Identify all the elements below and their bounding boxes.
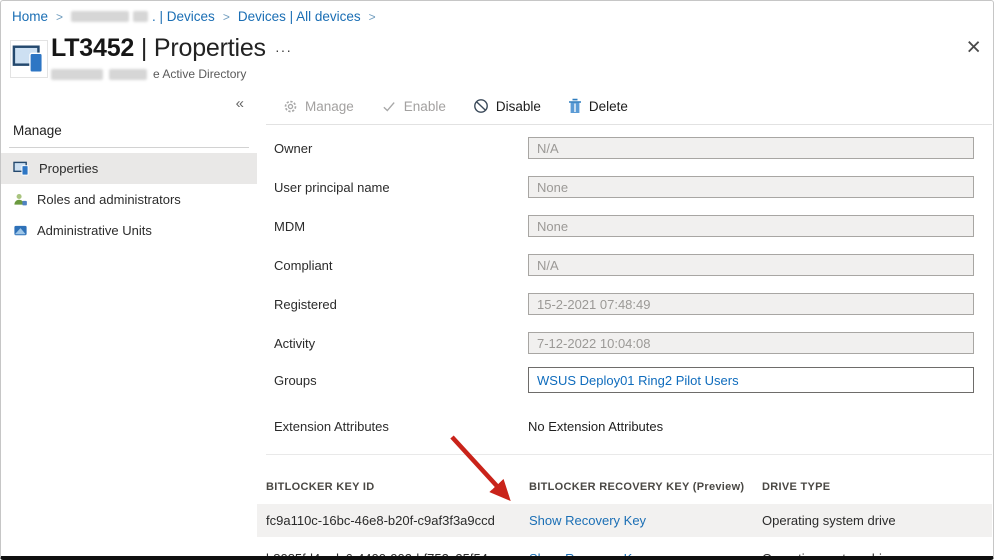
sidebar-section-manage: Manage bbox=[13, 123, 257, 138]
delete-button[interactable]: Delete bbox=[568, 98, 628, 114]
command-bar: Manage Enable Disable bbox=[283, 98, 628, 114]
field-label: Compliant bbox=[274, 258, 528, 273]
device-properties-page: Home > . | Devices > Devices | All devic… bbox=[0, 0, 994, 560]
field-label: MDM bbox=[274, 219, 528, 234]
enable-button: Enable bbox=[381, 99, 446, 114]
sidebar-item-administrative-units[interactable]: Administrative Units bbox=[1, 215, 257, 246]
field-mdm: MDM None bbox=[274, 214, 974, 238]
sidebar-item-label: Roles and administrators bbox=[37, 192, 181, 207]
bitlocker-table-row[interactable]: fc9a110c-16bc-46e8-b20f-c9af3f3a9ccd Sho… bbox=[257, 504, 992, 537]
breadcrumb-tenant-devices[interactable]: . | Devices bbox=[71, 9, 215, 24]
field-label: Activity bbox=[274, 336, 528, 351]
column-header-recovery-key: BITLOCKER RECOVERY KEY (Preview) bbox=[529, 481, 762, 493]
roles-icon bbox=[13, 192, 28, 207]
field-compliant: Compliant N/A bbox=[274, 253, 974, 277]
field-extension-attributes: Extension Attributes No Extension Attrib… bbox=[274, 414, 974, 438]
block-icon bbox=[473, 98, 489, 114]
redacted-subtitle bbox=[51, 69, 103, 80]
field-activity: Activity 7-12-2022 10:04:08 bbox=[274, 331, 974, 355]
field-user-principal-name: User principal name None bbox=[274, 175, 974, 199]
owner-input-disabled: N/A bbox=[528, 137, 974, 159]
upn-input-disabled: None bbox=[528, 176, 974, 198]
blade-name: Properties bbox=[154, 34, 266, 62]
registered-input-disabled: 15-2-2021 07:48:49 bbox=[528, 293, 974, 315]
field-label: Extension Attributes bbox=[274, 419, 528, 434]
trash-icon bbox=[568, 98, 582, 114]
redacted-tenant-name bbox=[71, 11, 129, 22]
toolbar-divider bbox=[266, 124, 992, 125]
groups-link[interactable]: WSUS Deploy01 Ring2 Pilot Users bbox=[537, 373, 739, 388]
column-header-drive-type: DRIVE TYPE bbox=[762, 481, 992, 493]
field-label: Registered bbox=[274, 297, 528, 312]
breadcrumb: Home > . | Devices > Devices | All devic… bbox=[12, 9, 377, 24]
extension-attributes-value: No Extension Attributes bbox=[528, 419, 663, 434]
bitlocker-key-id: fc9a110c-16bc-46e8-b20f-c9af3f3a9ccd bbox=[266, 513, 529, 528]
more-menu-icon[interactable]: ··· bbox=[275, 42, 292, 58]
compliant-input-disabled: N/A bbox=[528, 254, 974, 276]
bitlocker-table-row[interactable]: b8085fd4-adc6-4400-902d-f752c25f54... Sh… bbox=[257, 542, 992, 560]
breadcrumb-separator: > bbox=[222, 10, 231, 24]
breadcrumb-separator: > bbox=[55, 10, 64, 24]
check-icon bbox=[381, 99, 397, 114]
properties-content: Manage Enable Disable bbox=[257, 91, 992, 556]
field-label: Groups bbox=[274, 373, 528, 388]
page-title: LT3452 | Properties bbox=[51, 34, 266, 63]
sidebar-item-properties[interactable]: Properties bbox=[1, 153, 257, 184]
groups-box: WSUS Deploy01 Ring2 Pilot Users bbox=[528, 367, 974, 393]
field-registered: Registered 15-2-2021 07:48:49 bbox=[274, 292, 974, 316]
bitlocker-table-header: BITLOCKER KEY ID BITLOCKER RECOVERY KEY … bbox=[257, 481, 992, 493]
field-label: Owner bbox=[274, 141, 528, 156]
close-icon[interactable]: × bbox=[966, 35, 981, 60]
sidebar-item-label: Properties bbox=[39, 161, 98, 176]
admin-units-icon bbox=[13, 223, 28, 238]
field-label: User principal name bbox=[274, 180, 528, 195]
show-recovery-key-link[interactable]: Show Recovery Key bbox=[529, 513, 762, 528]
breadcrumb-all-devices[interactable]: Devices | All devices bbox=[238, 9, 361, 24]
title-separator: | bbox=[141, 34, 147, 62]
drive-type: Operating system drive bbox=[762, 551, 992, 560]
disable-button[interactable]: Disable bbox=[473, 98, 541, 114]
sidebar-item-label: Administrative Units bbox=[37, 223, 152, 238]
breadcrumb-separator: > bbox=[368, 10, 377, 24]
mdm-input-disabled: None bbox=[528, 215, 974, 237]
redacted-subtitle bbox=[109, 69, 147, 80]
drive-type: Operating system drive bbox=[762, 513, 992, 528]
bitlocker-key-id: b8085fd4-adc6-4400-902d-f752c25f54... bbox=[266, 551, 529, 560]
redacted-tenant-name bbox=[133, 11, 148, 22]
sidebar-item-roles-and-administrators[interactable]: Roles and administrators bbox=[1, 184, 257, 215]
gear-icon bbox=[283, 99, 298, 114]
column-header-key-id: BITLOCKER KEY ID bbox=[266, 481, 529, 493]
device-icon bbox=[10, 40, 48, 78]
field-groups: Groups WSUS Deploy01 Ring2 Pilot Users bbox=[274, 368, 974, 392]
device-name: LT3452 bbox=[51, 34, 134, 62]
show-recovery-key-link[interactable]: Show Recovery Key bbox=[529, 551, 762, 560]
breadcrumb-home[interactable]: Home bbox=[12, 9, 48, 24]
manage-button: Manage bbox=[283, 99, 354, 114]
field-owner: Owner N/A bbox=[274, 136, 974, 160]
sidebar: « Manage Properties Roles and administra… bbox=[1, 91, 257, 552]
activity-input-disabled: 7-12-2022 10:04:08 bbox=[528, 332, 974, 354]
sidebar-divider bbox=[9, 147, 249, 148]
collapse-sidebar-icon[interactable]: « bbox=[236, 95, 244, 112]
page-subtitle: e Active Directory bbox=[51, 67, 246, 81]
table-divider bbox=[266, 454, 992, 455]
device-icon bbox=[13, 161, 30, 176]
